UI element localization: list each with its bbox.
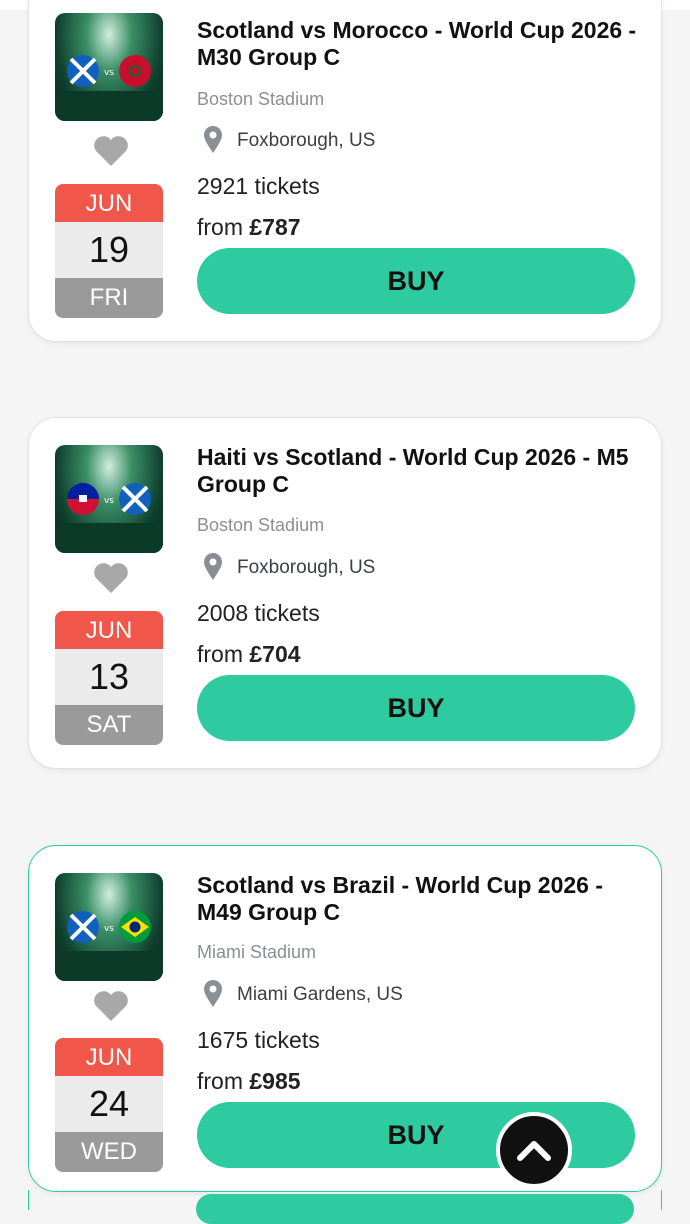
svg-text:vs: vs <box>104 68 114 78</box>
date-weekday: FRI <box>55 278 163 318</box>
buy-button[interactable]: BUY <box>197 248 635 314</box>
favorite-heart-icon[interactable] <box>93 135 129 167</box>
event-venue: Miami Stadium <box>197 942 317 962</box>
favorite-heart-icon[interactable] <box>93 562 129 594</box>
svg-text:vs: vs <box>104 924 114 934</box>
event-price: from £704 <box>197 641 301 668</box>
date-day: 13 <box>55 649 163 705</box>
price-value: £985 <box>249 1068 301 1094</box>
date-day: 24 <box>55 1076 163 1132</box>
event-thumbnail[interactable]: vs <box>55 873 163 981</box>
svg-text:vs: vs <box>104 496 114 506</box>
location-pin-icon <box>204 553 222 580</box>
event-price: from £985 <box>197 1068 301 1095</box>
buy-button[interactable]: BUY <box>197 675 635 741</box>
scroll-to-top-button[interactable] <box>496 1112 572 1188</box>
tickets-count: 1675 tickets <box>197 1027 320 1053</box>
event-venue: Boston Stadium <box>197 89 325 109</box>
event-venue: Boston Stadium <box>197 515 325 535</box>
next-buy-button[interactable] <box>196 1194 634 1224</box>
date-month: JUN <box>55 1038 163 1076</box>
event-card[interactable]: vs JUN 13 SAT Haiti vs Scotland - World … <box>28 417 662 769</box>
event-location: Foxborough, US <box>237 130 376 151</box>
event-location: Foxborough, US <box>237 557 376 578</box>
event-title[interactable]: Scotland vs Brazil - World Cup 2026 - M4… <box>197 872 637 926</box>
date-month: JUN <box>55 184 163 222</box>
event-location: Miami Gardens, US <box>237 984 403 1005</box>
event-thumbnail[interactable]: vs <box>55 13 163 121</box>
date-weekday: SAT <box>55 705 163 745</box>
price-from-label: from <box>197 641 243 667</box>
favorite-heart-icon[interactable] <box>93 990 129 1022</box>
event-title[interactable]: Scotland vs Morocco - World Cup 2026 - M… <box>197 17 637 71</box>
date-day: 19 <box>55 222 163 278</box>
price-from-label: from <box>197 214 243 240</box>
event-thumbnail[interactable]: vs <box>55 445 163 553</box>
date-weekday: WED <box>55 1132 163 1172</box>
match-flags-image: vs <box>55 55 163 121</box>
date-month: JUN <box>55 611 163 649</box>
match-flags-image: vs <box>55 911 163 981</box>
event-date-badge: JUN 19 FRI <box>55 184 163 318</box>
tickets-count: 2921 tickets <box>197 173 320 199</box>
chevron-up-icon <box>517 1141 551 1161</box>
event-price: from £787 <box>197 214 301 241</box>
price-from-label: from <box>197 1068 243 1094</box>
event-card[interactable]: vs JUN 19 FRI Scotland vs Morocco - Worl… <box>28 0 662 342</box>
event-title[interactable]: Haiti vs Scotland - World Cup 2026 - M5 … <box>197 444 637 498</box>
event-date-badge: JUN 13 SAT <box>55 611 163 745</box>
location-pin-icon <box>204 980 222 1007</box>
location-pin-icon <box>204 126 222 153</box>
price-value: £704 <box>249 641 301 667</box>
tickets-count: 2008 tickets <box>197 600 320 626</box>
price-value: £787 <box>249 214 301 240</box>
match-flags-image: vs <box>55 483 163 553</box>
event-date-badge: JUN 24 WED <box>55 1038 163 1172</box>
